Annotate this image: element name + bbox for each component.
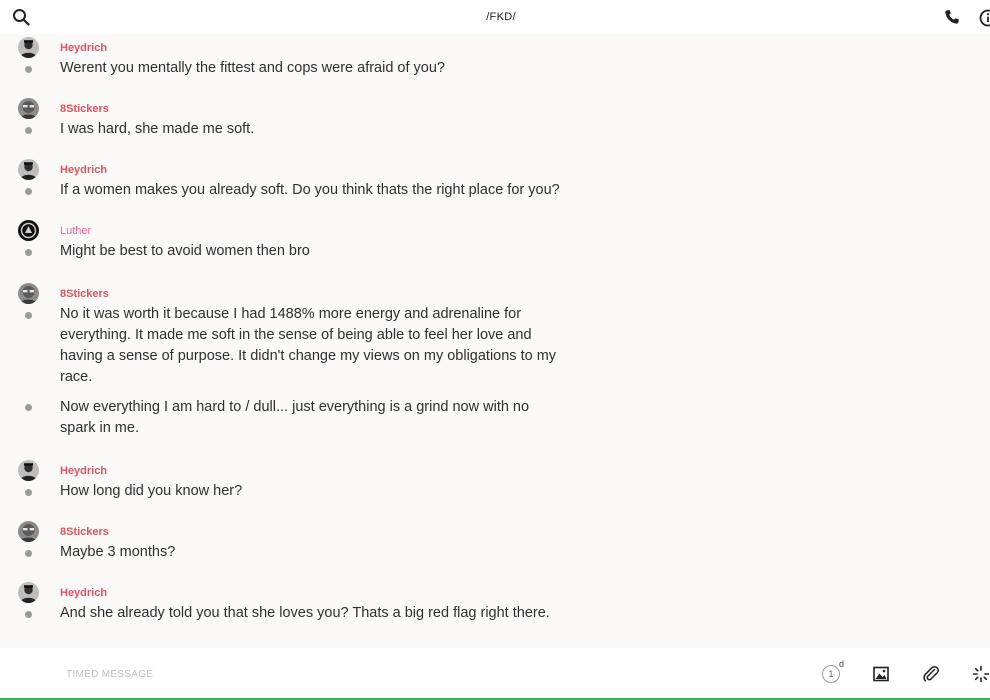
- message-text: I was hard, she made me soft.: [60, 121, 255, 137]
- status-dot: [25, 188, 32, 195]
- message-author[interactable]: Luther: [60, 225, 91, 237]
- message-text: If a women makes you already soft. Do yo…: [60, 182, 560, 198]
- composer-bar: 1 d: [0, 648, 990, 698]
- message-author[interactable]: Heydrich: [60, 587, 107, 599]
- message-author[interactable]: Heydrich: [60, 42, 107, 54]
- avatar[interactable]: [18, 283, 39, 304]
- timer-value: 1: [822, 665, 840, 683]
- message-author[interactable]: 8Stickers: [60, 526, 109, 538]
- message-author[interactable]: Heydrich: [60, 465, 107, 477]
- avatar[interactable]: [18, 582, 39, 603]
- message-author[interactable]: 8Stickers: [60, 103, 109, 115]
- status-dot: [25, 66, 32, 73]
- message-text: And she already told you that she loves …: [60, 605, 550, 621]
- avatar[interactable]: [18, 220, 39, 241]
- status-dot: [25, 404, 32, 411]
- status-dot: [25, 489, 32, 496]
- top-bar: /FKD/: [0, 0, 990, 34]
- avatar[interactable]: [18, 521, 39, 542]
- status-dot: [25, 611, 32, 618]
- status-dot: [25, 127, 32, 134]
- conversation-title: /FKD/: [486, 11, 516, 23]
- message-author[interactable]: Heydrich: [60, 164, 107, 176]
- avatar[interactable]: [18, 159, 39, 180]
- timer-button[interactable]: 1 d: [822, 659, 844, 683]
- message-text: Werent you mentally the fittest and cops…: [60, 60, 445, 76]
- message-text: Now everything I am hard to / dull... ju…: [60, 399, 530, 436]
- paperclip-icon[interactable]: [922, 665, 940, 683]
- phone-icon[interactable]: [944, 9, 960, 25]
- message-text: How long did you know her?: [60, 483, 243, 499]
- message-text: Might be best to avoid women then bro: [60, 243, 310, 259]
- message-feed[interactable]: Heydrich Werent you mentally the fittest…: [0, 34, 990, 648]
- message-text: Maybe 3 months?: [60, 544, 176, 560]
- avatar[interactable]: [18, 98, 39, 119]
- avatar[interactable]: [18, 460, 39, 481]
- avatar[interactable]: [18, 37, 39, 58]
- message-text: No it was worth it because I had 1488% m…: [60, 306, 557, 385]
- message-author[interactable]: 8Stickers: [60, 288, 109, 300]
- info-icon[interactable]: [979, 9, 990, 27]
- sparkle-icon[interactable]: [972, 665, 990, 683]
- status-dot: [25, 312, 32, 319]
- status-dot: [25, 550, 32, 557]
- timer-unit: d: [839, 659, 845, 669]
- image-icon[interactable]: [872, 665, 890, 683]
- status-dot: [25, 249, 32, 256]
- timed-message-input[interactable]: [66, 664, 466, 684]
